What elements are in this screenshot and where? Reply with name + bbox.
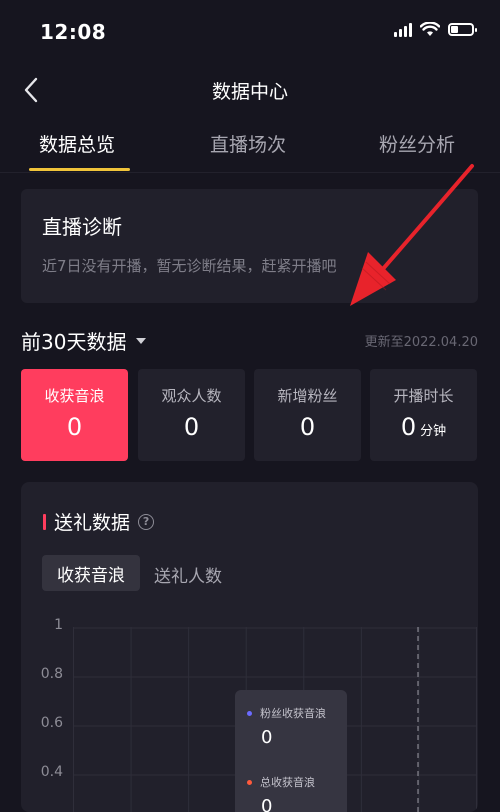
stat-tile-income[interactable]: 收获音浪 0 [21, 369, 128, 461]
stat-tile-viewers[interactable]: 观众人数 0 [138, 369, 245, 461]
help-icon[interactable]: ? [138, 513, 155, 530]
title-accent-bar [43, 513, 46, 530]
tooltip-series-value: 0 [261, 727, 273, 748]
date-range-label: 前30天数据 [21, 330, 127, 354]
tooltip-series-row: 总收获音浪 [247, 774, 315, 790]
date-range-dropdown[interactable]: 前30天数据 [21, 326, 147, 355]
stat-value: 0 分钟 [400, 413, 447, 441]
stat-tile-new-fans[interactable]: 新增粉丝 0 [254, 369, 361, 461]
signal-icon [394, 22, 412, 37]
tooltip-series-row: 粉丝收获音浪 [247, 705, 326, 721]
gift-data-card: 送礼数据 ? 收获音浪 送礼人数 1 0.8 0.6 0.4 粉丝收获音浪 0 … [21, 482, 478, 812]
tab-overview[interactable]: 数据总览 [39, 130, 115, 157]
status-icons [394, 22, 477, 37]
tab-live-sessions[interactable]: 直播场次 [210, 130, 286, 157]
stats-row: 收获音浪 0 观众人数 0 新增粉丝 0 开播时长 0 分钟 [21, 369, 478, 461]
gift-title-text: 送礼数据 [54, 512, 131, 534]
stat-label: 开播时长 [393, 387, 454, 405]
diagnosis-text: 近7日没有开播，暂无诊断结果，赶紧开播吧 [42, 257, 337, 275]
tab-bar: 数据总览 直播场次 粉丝分析 [0, 120, 500, 173]
diagnosis-title: 直播诊断 [42, 215, 122, 239]
stat-label: 新增粉丝 [277, 387, 338, 405]
tooltip-series-name: 总收获音浪 [260, 776, 315, 789]
page-title: 数据中心 [211, 81, 288, 103]
caret-down-icon [136, 337, 147, 344]
status-bar: 12:08 [0, 0, 500, 60]
series-dot-icon [247, 710, 252, 716]
stat-unit: 分钟 [420, 424, 447, 439]
stat-value: 0 [183, 413, 200, 441]
tooltip-series-name: 粉丝收获音浪 [260, 707, 326, 720]
gift-section-title: 送礼数据 ? [43, 508, 155, 535]
tab-underline [29, 168, 130, 171]
live-diagnosis-card[interactable]: 直播诊断 近7日没有开播，暂无诊断结果，赶紧开播吧 [21, 189, 478, 303]
wifi-icon [420, 22, 440, 36]
battery-icon [448, 23, 477, 36]
stat-value: 0 [299, 413, 316, 441]
nav-bar: 数据中心 [0, 60, 500, 120]
series-dot-icon [247, 779, 252, 785]
subtab-gift-senders[interactable]: 送礼人数 [154, 562, 222, 587]
y-tick-label: 0.4 [40, 764, 63, 780]
stat-value: 0 [66, 413, 83, 441]
tab-fan-analysis[interactable]: 粉丝分析 [379, 130, 455, 157]
stat-label: 收获音浪 [44, 387, 105, 405]
chart-tooltip: 粉丝收获音浪 0 总收获音浪 0 [235, 690, 347, 812]
status-time: 12:08 [40, 20, 107, 44]
y-tick-label: 1 [54, 617, 63, 633]
y-tick-label: 0.6 [40, 715, 63, 731]
stat-label: 观众人数 [161, 387, 222, 405]
subtab-income[interactable]: 收获音浪 [42, 555, 140, 591]
update-date: 更新至2022.04.20 [364, 335, 478, 350]
stat-tile-duration[interactable]: 开播时长 0 分钟 [370, 369, 477, 461]
tooltip-series-value: 0 [261, 796, 273, 812]
y-tick-label: 0.8 [40, 666, 63, 682]
